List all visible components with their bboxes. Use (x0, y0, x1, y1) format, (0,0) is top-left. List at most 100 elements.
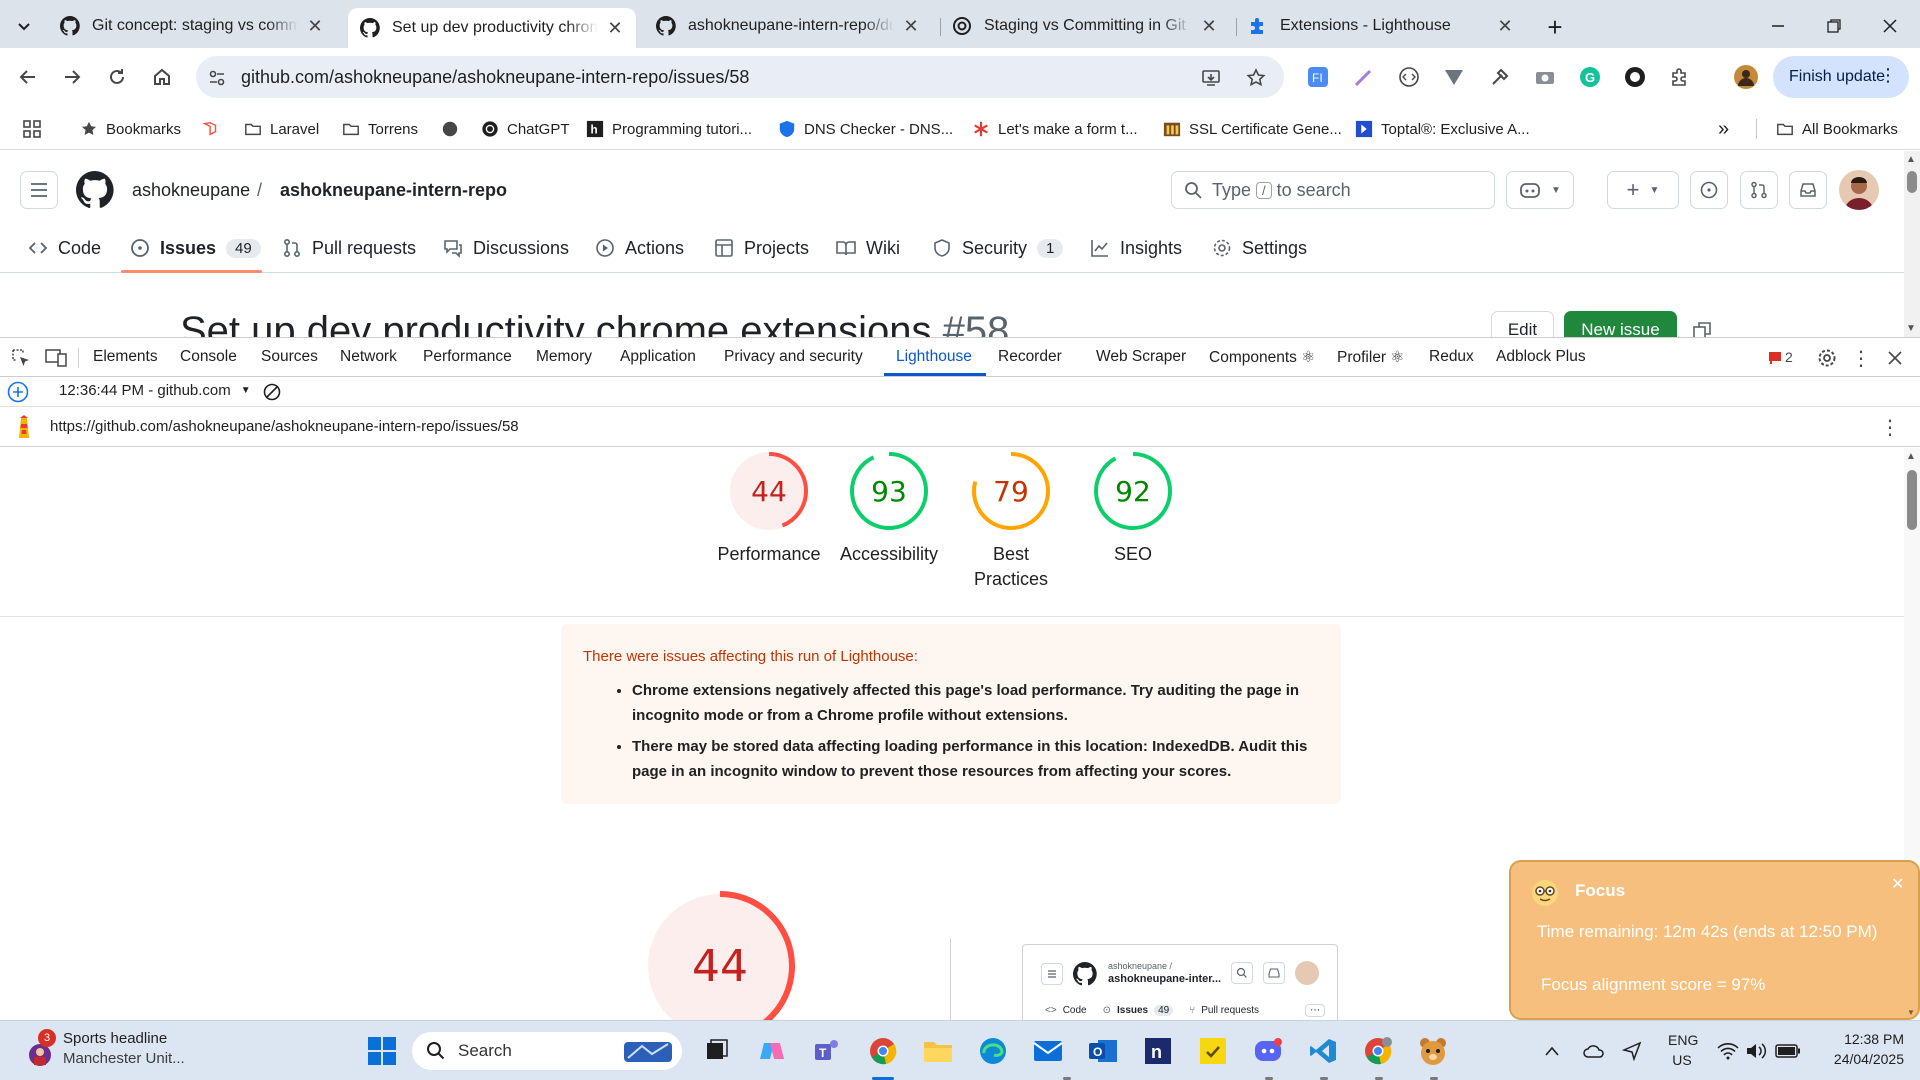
devtools-tab-performance[interactable]: Performance (423, 338, 512, 376)
close-tab-icon[interactable]: ✕ (606, 19, 624, 37)
site-info-icon[interactable] (206, 67, 228, 89)
reload-icon[interactable] (101, 61, 133, 93)
send-icon[interactable] (1620, 1039, 1644, 1063)
volume-icon[interactable] (1744, 1039, 1768, 1063)
tab-settings[interactable]: Settings (1212, 223, 1307, 273)
bookmark-item[interactable]: ChatGPT (481, 108, 570, 150)
close-popup-icon[interactable]: ✕ (1891, 874, 1904, 894)
repo-name-link[interactable]: ashokneupane-intern-repo (280, 180, 507, 201)
tab-pull-requests[interactable]: Pull requests (282, 223, 416, 273)
close-tab-icon[interactable]: ✕ (1496, 17, 1514, 35)
language-eng[interactable]: ENG (1668, 1032, 1698, 1048)
news-title[interactable]: Sports headline (63, 1030, 167, 1047)
chrome-profile-icon[interactable] (1358, 1031, 1398, 1071)
tab-code[interactable]: Code (28, 223, 101, 273)
extensions-puzzle-icon[interactable] (1664, 61, 1696, 93)
close-tab-icon[interactable]: ✕ (306, 17, 324, 35)
bookmark-folder[interactable]: Torrens (342, 108, 418, 150)
edit-issue-button[interactable]: Edit (1491, 311, 1554, 337)
battery-icon[interactable] (1774, 1039, 1802, 1063)
install-app-icon[interactable] (1199, 66, 1223, 90)
tab-issues[interactable]: Issues 49 (130, 223, 261, 273)
tab-search-chevron-icon[interactable] (10, 12, 38, 40)
tab-wiki[interactable]: Wiki (836, 223, 900, 273)
edge-icon[interactable] (973, 1031, 1013, 1071)
show-hidden-icons-icon[interactable] (1542, 1041, 1562, 1061)
home-icon[interactable] (146, 61, 178, 93)
language-us[interactable]: US (1668, 1052, 1696, 1068)
bookmark-folder[interactable]: Laravel (244, 108, 319, 150)
finish-update-button[interactable]: Finish update ⋮ (1773, 56, 1909, 98)
devtools-tab-adblock[interactable]: Adblock Plus (1496, 338, 1586, 376)
apps-grid-icon[interactable] (22, 108, 42, 150)
clock-date[interactable]: 24/04/2025 (1800, 1051, 1904, 1067)
page-screenshot-thumbnail[interactable]: ashokneupane / ashokneupane-inter... <> C… (1022, 944, 1338, 1020)
bookmark-item[interactable] (441, 108, 467, 150)
github-logo-icon[interactable] (76, 171, 114, 209)
close-devtools-icon[interactable] (1884, 347, 1906, 369)
copilot-button[interactable]: ▼ (1506, 171, 1574, 209)
start-button[interactable] (362, 1031, 402, 1071)
devtools-tab-privacy[interactable]: Privacy and security (724, 338, 863, 376)
vscode-icon[interactable] (1303, 1031, 1343, 1071)
browser-tab-staging[interactable]: Staging vs Committing in Git ✕ (940, 8, 1230, 44)
devtools-tab-console[interactable]: Console (180, 338, 237, 376)
inbox-button[interactable] (1789, 171, 1827, 209)
mail-icon[interactable] (1028, 1031, 1068, 1071)
address-bar[interactable]: github.com/ashokneupane/ashokneupane-int… (196, 56, 1284, 98)
discord-icon[interactable] (1248, 1031, 1288, 1071)
copy-link-icon[interactable] (1690, 319, 1714, 337)
bookmark-item[interactable] (202, 108, 228, 150)
browser-tab-dup[interactable]: ashokneupane-intern-repo/dup ✕ (644, 8, 932, 44)
report-select[interactable]: 12:36:44 PM - github.com ▼ (59, 382, 251, 399)
close-tab-icon[interactable]: ✕ (1200, 17, 1218, 35)
onedrive-icon[interactable] (1582, 1039, 1606, 1063)
extension-icon-vue[interactable] (1438, 61, 1470, 93)
inspect-element-icon[interactable] (10, 347, 32, 369)
issues-shortcut-button[interactable] (1690, 171, 1728, 209)
tab-projects[interactable]: Projects (714, 223, 809, 273)
extension-icon-translate[interactable]: FI (1302, 61, 1334, 93)
extension-icon-code[interactable] (1393, 61, 1425, 93)
devtools-tab-web-scraper[interactable]: Web Scraper (1096, 338, 1186, 376)
pull-requests-shortcut-button[interactable] (1740, 171, 1778, 209)
scroll-up-icon[interactable]: ▲ (1906, 451, 1916, 462)
notion-icon[interactable]: n (1138, 1031, 1178, 1071)
settings-gear-icon[interactable] (1816, 347, 1838, 369)
news-widget-icon[interactable]: 3 (24, 1029, 58, 1069)
bookmark-item[interactable]: SSL Certificate Gene... (1163, 108, 1342, 150)
devtools-tab-application[interactable]: Application (620, 338, 696, 376)
user-avatar[interactable] (1839, 170, 1879, 210)
scroll-up-icon[interactable]: ▲ (1906, 154, 1916, 165)
devtools-tab-profiler[interactable]: Profiler ⚛ (1337, 338, 1404, 376)
scroll-down-icon[interactable]: ▼ (1906, 323, 1916, 334)
extension-icon-circle[interactable] (1619, 61, 1651, 93)
close-tab-icon[interactable]: ✕ (902, 17, 920, 35)
file-explorer-icon[interactable] (918, 1031, 958, 1071)
all-bookmarks-folder[interactable]: All Bookmarks (1776, 108, 1898, 150)
new-report-icon[interactable] (6, 380, 30, 404)
repo-owner-link[interactable]: ashokneupane (132, 180, 250, 201)
devtools-tab-memory[interactable]: Memory (536, 338, 592, 376)
tab-discussions[interactable]: Discussions (443, 223, 569, 273)
bookmark-item[interactable]: Let's make a form t... (972, 108, 1138, 150)
devtools-tab-recorder[interactable]: Recorder (998, 338, 1062, 376)
score-gauge[interactable]: 93 (848, 450, 930, 532)
forward-icon[interactable] (56, 61, 88, 93)
chrome-taskbar-icon[interactable] (863, 1031, 903, 1071)
teams-icon[interactable]: T (807, 1031, 847, 1071)
bookmark-item[interactable]: DNS Checker - DNS... (778, 108, 953, 150)
copilot-icon[interactable] (752, 1031, 792, 1071)
clock-time[interactable]: 12:38 PM (1800, 1031, 1904, 1047)
devtools-tab-components[interactable]: Components ⚛ (1209, 338, 1315, 376)
scrollbar-thumb[interactable] (1907, 171, 1917, 193)
back-icon[interactable] (12, 61, 44, 93)
close-window-icon[interactable] (1878, 14, 1902, 38)
score-gauge[interactable]: 92 (1092, 450, 1174, 532)
minimize-icon[interactable] (1766, 14, 1790, 38)
browser-tab-git-concept[interactable]: Git concept: staging vs committing ✕ (48, 8, 336, 44)
resize-handle[interactable]: ▼ (1907, 1008, 1915, 1017)
extension-icon-grammarly[interactable]: G (1574, 61, 1606, 93)
issues-counter[interactable]: 2 (1768, 338, 1793, 376)
device-toolbar-icon[interactable] (45, 347, 67, 369)
